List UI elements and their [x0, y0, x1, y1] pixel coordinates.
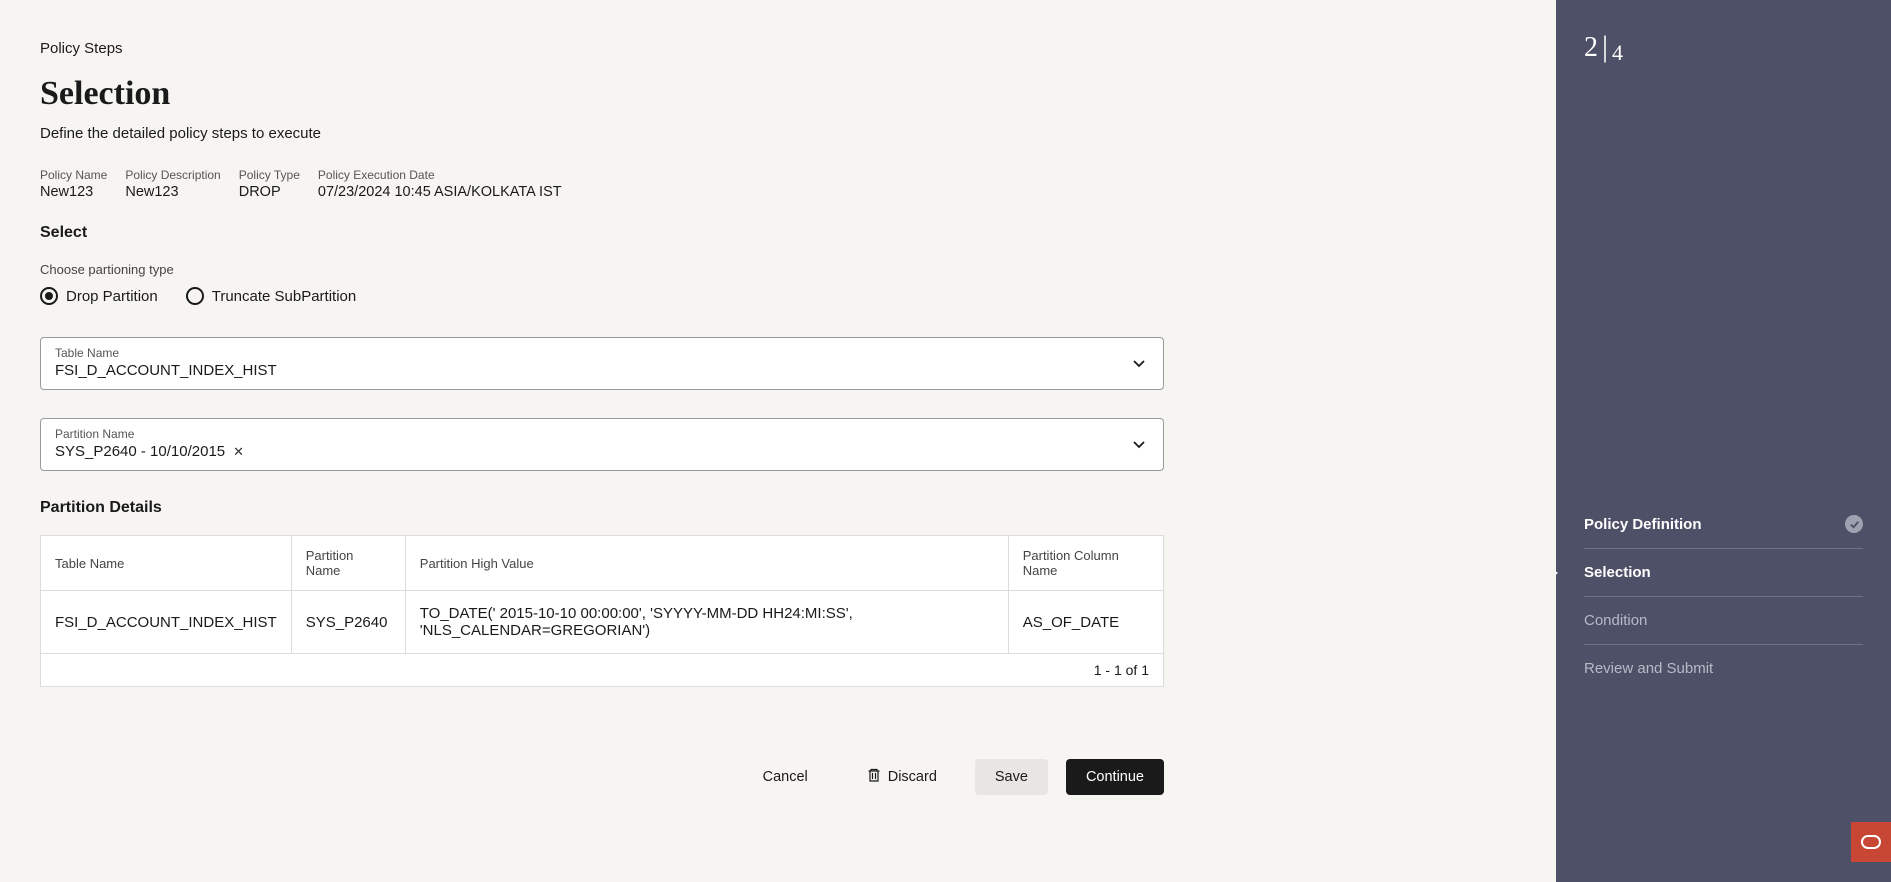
discard-button[interactable]: Discard — [846, 757, 957, 797]
oracle-icon — [1861, 835, 1881, 849]
main-content: Policy Steps Selection Define the detail… — [0, 0, 1204, 882]
meta-value: New123 — [125, 184, 220, 200]
meta-value: 07/23/2024 10:45 ASIA/KOLKATA IST — [318, 184, 562, 200]
table-pagination: 1 - 1 of 1 — [40, 654, 1164, 687]
step-current: 2 — [1584, 32, 1598, 64]
meta-label: Policy Type — [239, 168, 300, 182]
select-label: Table Name — [55, 346, 1149, 360]
meta-policy-name: Policy Name New123 — [40, 168, 107, 200]
radio-truncate-subpartition[interactable]: Truncate SubPartition — [186, 287, 357, 305]
wizard-step-review-submit[interactable]: Review and Submit — [1584, 645, 1863, 692]
trash-icon — [866, 767, 882, 787]
meta-label: Policy Name — [40, 168, 107, 182]
meta-policy-description: Policy Description New123 — [125, 168, 220, 200]
select-value: SYS_P2640 - 10/10/2015 — [55, 443, 225, 460]
step-separator: | — [1600, 30, 1610, 64]
table-row: FSI_D_ACCOUNT_INDEX_HIST SYS_P2640 TO_DA… — [41, 591, 1164, 654]
clear-chip-icon[interactable]: ✕ — [231, 444, 246, 460]
partition-details-table: Table Name Partition Name Partition High… — [40, 535, 1164, 654]
partition-details-header: Partition Details — [40, 499, 1164, 517]
partitioning-type-label: Choose partioning type — [40, 262, 1164, 277]
check-icon — [1845, 515, 1863, 533]
cancel-button[interactable]: Cancel — [743, 759, 828, 795]
policy-meta-row: Policy Name New123 Policy Description Ne… — [40, 168, 1164, 200]
cell-partition-column-name: AS_OF_DATE — [1008, 591, 1163, 654]
step-indicator: 2 | 4 — [1584, 30, 1863, 64]
meta-policy-execution-date: Policy Execution Date 07/23/2024 10:45 A… — [318, 168, 562, 200]
meta-label: Policy Description — [125, 168, 220, 182]
radio-label: Drop Partition — [66, 288, 158, 305]
continue-button[interactable]: Continue — [1066, 759, 1164, 795]
select-value: FSI_D_ACCOUNT_INDEX_HIST — [55, 362, 1149, 379]
chevron-down-icon — [1133, 436, 1145, 454]
cell-partition-high-value: TO_DATE(' 2015-10-10 00:00:00', 'SYYYY-M… — [405, 591, 1008, 654]
cell-partition-name: SYS_P2640 — [291, 591, 405, 654]
radio-icon — [186, 287, 204, 305]
col-partition-name: Partition Name — [291, 536, 405, 591]
radio-drop-partition[interactable]: Drop Partition — [40, 287, 158, 305]
cell-table-name: FSI_D_ACCOUNT_INDEX_HIST — [41, 591, 292, 654]
table-name-select[interactable]: Table Name FSI_D_ACCOUNT_INDEX_HIST — [40, 337, 1164, 390]
wizard-step-condition[interactable]: Condition — [1584, 597, 1863, 645]
meta-value: New123 — [40, 184, 107, 200]
meta-policy-type: Policy Type DROP — [239, 168, 300, 200]
meta-label: Policy Execution Date — [318, 168, 562, 182]
page-subtitle: Define the detailed policy steps to exec… — [40, 125, 1164, 142]
partitioning-type-radio-group: Drop Partition Truncate SubPartition — [40, 287, 1164, 305]
content-gap — [1204, 0, 1556, 882]
radio-label: Truncate SubPartition — [212, 288, 357, 305]
step-label: Selection — [1584, 564, 1651, 581]
page-title: Selection — [40, 75, 1164, 113]
oracle-help-badge[interactable] — [1851, 822, 1891, 862]
col-partition-high-value: Partition High Value — [405, 536, 1008, 591]
wizard-step-policy-definition[interactable]: Policy Definition — [1584, 500, 1863, 549]
step-total: 4 — [1612, 40, 1623, 66]
save-button[interactable]: Save — [975, 759, 1048, 795]
step-label: Policy Definition — [1584, 516, 1702, 533]
col-table-name: Table Name — [41, 536, 292, 591]
action-bar: Cancel Discard Save Continue — [40, 757, 1164, 827]
wizard-step-selection[interactable]: Selection — [1584, 549, 1863, 597]
chevron-down-icon — [1133, 355, 1145, 373]
table-header-row: Table Name Partition Name Partition High… — [41, 536, 1164, 591]
radio-icon — [40, 287, 58, 305]
discard-label: Discard — [888, 769, 937, 785]
step-label: Review and Submit — [1584, 660, 1713, 677]
wizard-sidebar: 2 | 4 Policy Definition Selection Condit… — [1556, 0, 1891, 882]
wizard-step-list: Policy Definition Selection Condition Re… — [1584, 500, 1863, 852]
col-partition-column-name: Partition Column Name — [1008, 536, 1163, 591]
select-label: Partition Name — [55, 427, 1149, 441]
select-section-header: Select — [40, 224, 1164, 242]
partition-name-select[interactable]: Partition Name SYS_P2640 - 10/10/2015 ✕ — [40, 418, 1164, 471]
step-label: Condition — [1584, 612, 1647, 629]
meta-value: DROP — [239, 184, 300, 200]
breadcrumb: Policy Steps — [40, 40, 1164, 57]
